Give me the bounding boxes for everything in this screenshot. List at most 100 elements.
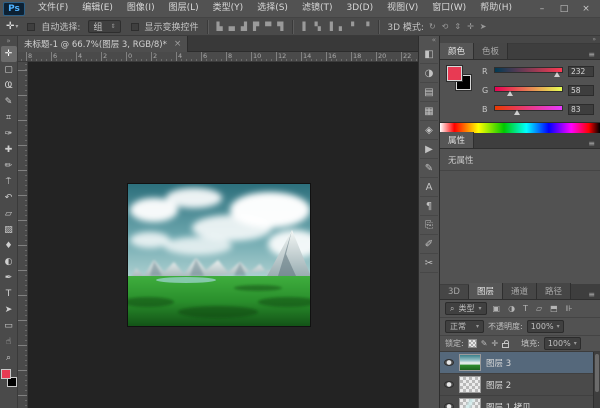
align-v-centers-icon[interactable]: ▀ xyxy=(262,22,274,31)
clone-source-panel-icon[interactable]: ⎘ xyxy=(420,216,438,235)
visibility-eye-icon[interactable] xyxy=(444,359,454,366)
shape-tool[interactable]: ▭ xyxy=(1,318,17,334)
fill-dropdown[interactable]: 100% ▾ xyxy=(544,337,581,350)
layer-thumbnail[interactable] xyxy=(459,376,481,393)
document-image[interactable] xyxy=(128,184,310,326)
align-top-edges-icon[interactable]: ▛ xyxy=(250,22,262,31)
green-value-field[interactable]: 58 xyxy=(568,85,594,96)
pen-tool[interactable]: ✒ xyxy=(1,270,17,286)
type-tool[interactable]: T xyxy=(1,286,17,302)
move-tool[interactable]: ✛ xyxy=(1,46,17,62)
distribute-v-centers-icon[interactable]: ▚ xyxy=(312,22,324,31)
gradient-tool[interactable]: ▨ xyxy=(1,222,17,238)
quick-select-tool[interactable]: ✎ xyxy=(1,94,17,110)
visibility-eye-icon[interactable] xyxy=(444,403,454,408)
tab-color[interactable]: 颜色 xyxy=(440,43,474,59)
green-slider[interactable] xyxy=(494,84,563,96)
filter-adjustment-icon[interactable]: ◑ xyxy=(506,304,517,313)
filter-type-layers-icon[interactable]: T xyxy=(521,304,530,313)
toolbar-collapse-icon[interactable]: » xyxy=(6,36,10,46)
layer-row-3[interactable]: 图层 3 xyxy=(440,352,600,374)
tool-preset-caret-icon[interactable]: ▾ xyxy=(15,23,18,30)
tab-3d[interactable]: 3D xyxy=(440,285,469,299)
clone-stamp-tool[interactable]: ⍑ xyxy=(1,174,17,190)
align-h-centers-icon[interactable]: ▄ xyxy=(226,22,238,31)
tab-close-icon[interactable]: × xyxy=(174,39,182,49)
distribute-left-icon[interactable]: ▖ xyxy=(336,22,348,31)
lock-transparency-icon[interactable] xyxy=(468,339,477,348)
align-left-edges-icon[interactable]: ▙ xyxy=(214,22,226,31)
filter-toggle-icon[interactable]: ⊪ xyxy=(564,304,575,313)
minimize-button[interactable]: – xyxy=(536,4,548,14)
history-brush-tool[interactable]: ↶ xyxy=(1,190,17,206)
filter-shape-icon[interactable]: ▱ xyxy=(534,304,544,313)
tab-channels[interactable]: 通道 xyxy=(503,283,537,299)
filter-pixel-icon[interactable]: ▣ xyxy=(491,304,503,313)
red-value-field[interactable]: 232 xyxy=(568,66,594,77)
red-slider[interactable] xyxy=(494,65,563,77)
panels-collapse-icon[interactable]: » xyxy=(592,36,600,43)
auto-select-checkbox[interactable] xyxy=(27,23,35,31)
info-panel-icon[interactable]: ▤ xyxy=(420,83,438,102)
align-bottom-edges-icon[interactable]: ▜ xyxy=(274,22,286,31)
tab-swatches[interactable]: 色板 xyxy=(474,43,508,59)
3d-rotate-icon[interactable]: ↻ xyxy=(426,22,439,31)
paragraph-panel-icon[interactable]: ¶ xyxy=(420,197,438,216)
layer-thumbnail[interactable] xyxy=(459,398,481,408)
path-select-tool[interactable]: ➤ xyxy=(1,302,17,318)
opacity-dropdown[interactable]: 100% ▾ xyxy=(527,320,564,333)
healing-brush-tool[interactable]: ✚ xyxy=(1,142,17,158)
character-panel-icon[interactable]: A xyxy=(420,178,438,197)
blend-mode-dropdown[interactable]: 正常 ▾ xyxy=(445,320,484,333)
adjustments-panel-icon[interactable]: ◧ xyxy=(420,45,438,64)
layer-thumbnail[interactable] xyxy=(459,354,481,371)
menu-filter[interactable]: 滤镜(T) xyxy=(295,0,340,17)
zoom-tool[interactable]: ⌕ xyxy=(1,350,17,366)
eraser-tool[interactable]: ▱ xyxy=(1,206,17,222)
tool-presets-panel-icon[interactable]: ✂ xyxy=(420,254,438,273)
menu-3d[interactable]: 3D(D) xyxy=(339,0,380,17)
layers-scrollbar[interactable] xyxy=(593,352,600,408)
distribute-bottom-icon[interactable]: ▐ xyxy=(324,22,336,31)
distribute-right-icon[interactable]: ▝ xyxy=(360,22,372,31)
vertical-ruler[interactable] xyxy=(18,62,28,408)
menu-select[interactable]: 选择(S) xyxy=(250,0,295,17)
filter-type-dropdown[interactable]: ⌕ 类型 ▾ xyxy=(445,302,487,315)
menu-file[interactable]: 文件(F) xyxy=(31,0,75,17)
tab-properties[interactable]: 属性 xyxy=(440,132,474,148)
horizontal-ruler[interactable]: 8 6 4 2 0 2 4 6 8 10 12 14 16 18 20 22 xyxy=(18,52,418,62)
move-tool-icon[interactable]: ✛ xyxy=(6,21,14,32)
canvas-area[interactable] xyxy=(28,62,418,408)
lock-pixels-icon[interactable]: ✎ xyxy=(481,339,488,348)
show-transform-checkbox[interactable] xyxy=(131,23,139,31)
panel-menu-icon[interactable]: ≡ xyxy=(583,50,600,59)
navigator-panel-icon[interactable]: ◈ xyxy=(420,121,438,140)
panel-menu-icon[interactable]: ≡ xyxy=(583,139,600,148)
lasso-tool[interactable]: Ҩ xyxy=(1,78,17,94)
blue-slider-thumb[interactable] xyxy=(514,110,520,115)
eyedropper-tool[interactable]: ✑ xyxy=(1,126,17,142)
foreground-color-swatch[interactable] xyxy=(1,369,11,379)
scrollbar-thumb[interactable] xyxy=(595,354,599,392)
distribute-h-centers-icon[interactable]: ▘ xyxy=(348,22,360,31)
blue-value-field[interactable]: 83 xyxy=(568,104,594,115)
green-slider-thumb[interactable] xyxy=(507,91,513,96)
dock-expand-icon[interactable]: « xyxy=(432,36,439,45)
tab-paths[interactable]: 路径 xyxy=(537,283,571,299)
hand-tool[interactable]: ☝ xyxy=(1,334,17,350)
menu-edit[interactable]: 编辑(E) xyxy=(75,0,120,17)
actions-panel-icon[interactable]: ▶ xyxy=(420,140,438,159)
blue-slider[interactable] xyxy=(494,103,563,115)
styles-panel-icon[interactable]: ◑ xyxy=(420,64,438,83)
maximize-button[interactable]: □ xyxy=(558,4,570,14)
auto-select-dropdown[interactable]: 组 ⇕ xyxy=(88,20,120,33)
3d-drag-icon[interactable]: ⇕ xyxy=(451,22,464,31)
3d-slide-icon[interactable]: ✛ xyxy=(464,22,477,31)
panel-menu-icon[interactable]: ≡ xyxy=(583,290,600,299)
menu-layer[interactable]: 图层(L) xyxy=(162,0,206,17)
layer-row-1-copy[interactable]: 图层 1 拷贝 xyxy=(440,396,600,408)
menu-window[interactable]: 窗口(W) xyxy=(425,0,473,17)
brush-tool[interactable]: ✏ xyxy=(1,158,17,174)
tab-layers[interactable]: 图层 xyxy=(469,283,503,299)
foreground-color-swatch[interactable] xyxy=(447,66,462,81)
